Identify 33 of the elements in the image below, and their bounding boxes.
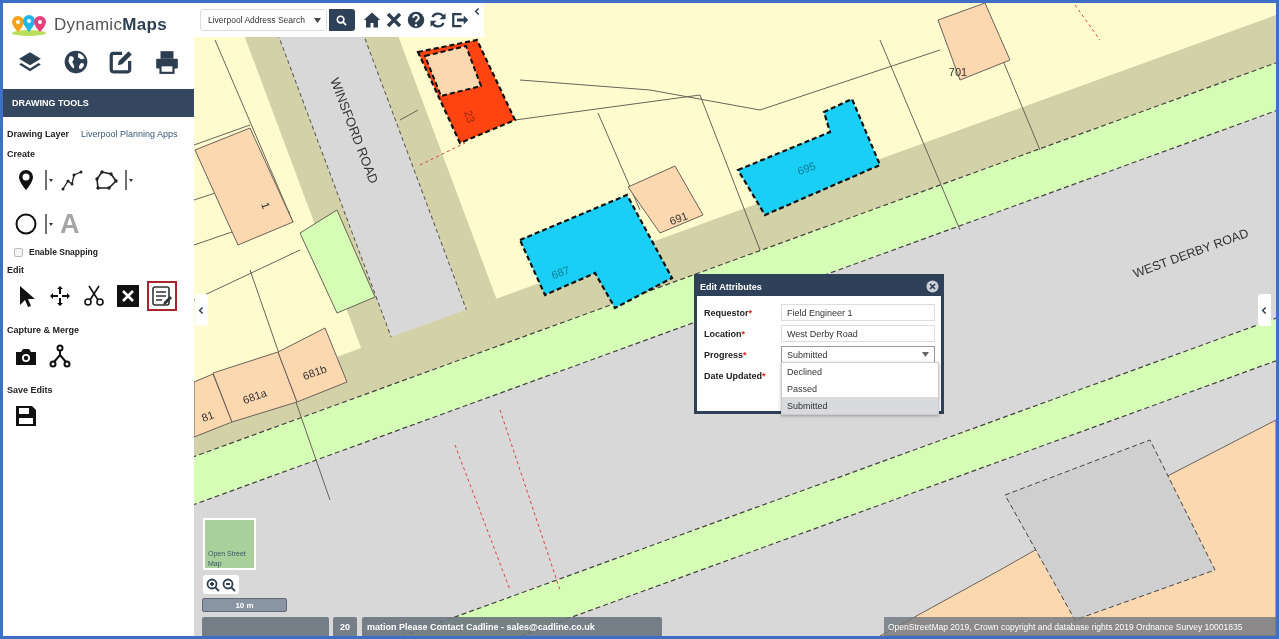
section-heading: Save Edits xyxy=(7,385,54,395)
house-number: 681a xyxy=(241,386,269,407)
text-field[interactable]: West Derby Road xyxy=(781,325,935,342)
house-number: 691 xyxy=(667,209,690,227)
dropdown-option[interactable]: Submitted xyxy=(782,397,938,414)
panel-tab[interactable]: Drawing Layer xyxy=(7,129,70,139)
house-number: 695 xyxy=(795,159,818,177)
house-number: 681b xyxy=(301,362,329,383)
section-heading: Capture & Merge xyxy=(7,325,80,335)
field-label: Requestor* xyxy=(704,307,754,318)
address-search-dropdown[interactable]: Liverpool Address Search xyxy=(200,9,327,31)
section-heading: Create xyxy=(7,149,36,159)
house-number: 81 xyxy=(199,408,216,424)
scale-bar: 10 m xyxy=(202,598,287,612)
panel-tab[interactable]: Liverpool Planning Apps xyxy=(81,129,178,139)
status-message: mation Please Contact Cadline - sales@cadline.co.uk xyxy=(362,617,662,636)
panel-title-bar: DRAWING TOOLS xyxy=(3,89,194,117)
dropdown-option[interactable]: Declined xyxy=(782,363,938,380)
checkbox-label: Enable Snapping xyxy=(29,247,98,257)
app-logo-text: DynamicMaps xyxy=(54,15,167,35)
field-label: Date Updated* xyxy=(704,370,767,381)
field-label: Progress* xyxy=(704,349,748,360)
dropdown-option[interactable]: Passed xyxy=(782,380,938,397)
field-label: Location* xyxy=(704,328,746,339)
house-number: 701 xyxy=(948,66,968,78)
map-attribution: OpenStreetMap 2019, Crown copyright and database rights 2019 Ordnance Survey 10001835 xyxy=(884,617,1276,636)
status-count: 20 xyxy=(333,617,357,636)
house-number: 1 xyxy=(259,200,273,211)
house-number: 687 xyxy=(549,263,572,281)
text-field[interactable]: Field Engineer 1 xyxy=(781,304,935,321)
section-heading: Edit xyxy=(7,265,25,275)
dialog-title: Edit Attributes xyxy=(700,281,762,292)
house-number: 23 xyxy=(462,108,478,125)
